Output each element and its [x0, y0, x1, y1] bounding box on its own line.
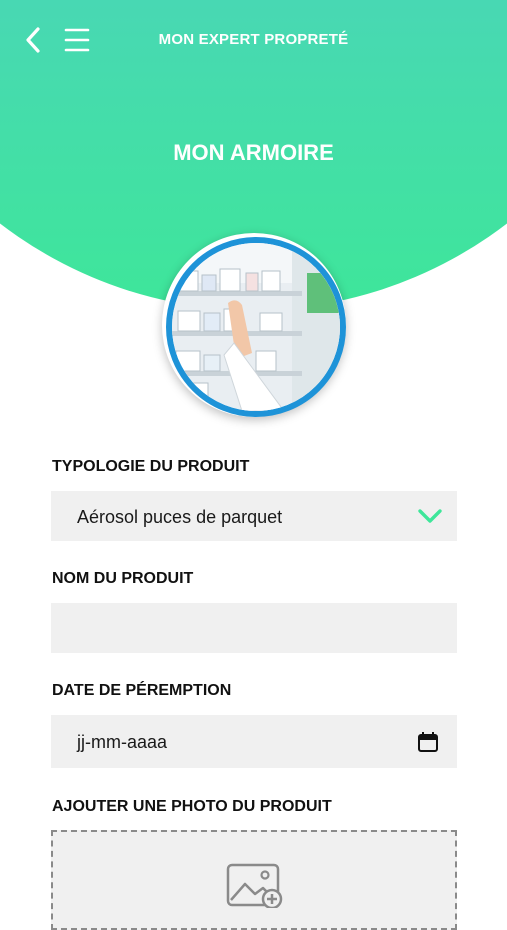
- expiry-date-label: DATE DE PÉREMPTION: [52, 682, 232, 699]
- expiry-date-input[interactable]: jj-mm-aaaa: [51, 715, 457, 768]
- chevron-down-icon: [418, 509, 442, 523]
- typology-label: TYPOLOGIE DU PRODUIT: [52, 458, 250, 475]
- app-title: MON EXPERT PROPRETÉ: [158, 31, 349, 48]
- avatar: [166, 237, 346, 417]
- pharmacy-shelves-image: [172, 243, 340, 411]
- calendar-icon[interactable]: [417, 731, 439, 753]
- typology-select-value: Aérosol puces de parquet: [77, 507, 283, 527]
- expiry-date-placeholder: jj-mm-aaaa: [77, 732, 168, 752]
- typology-select[interactable]: Aérosol puces de parquet: [51, 491, 457, 541]
- page-title: MON ARMOIRE: [173, 140, 334, 165]
- product-name-label: NOM DU PRODUIT: [52, 570, 194, 587]
- photo-label: AJOUTER UNE PHOTO DU PRODUIT: [52, 798, 332, 815]
- product-name-input[interactable]: [51, 603, 457, 653]
- photo-upload-area[interactable]: [51, 830, 457, 930]
- add-image-icon: [226, 863, 283, 908]
- avatar-frame: [162, 233, 346, 417]
- top-bar: MON EXPERT PROPRETÉ: [0, 0, 507, 80]
